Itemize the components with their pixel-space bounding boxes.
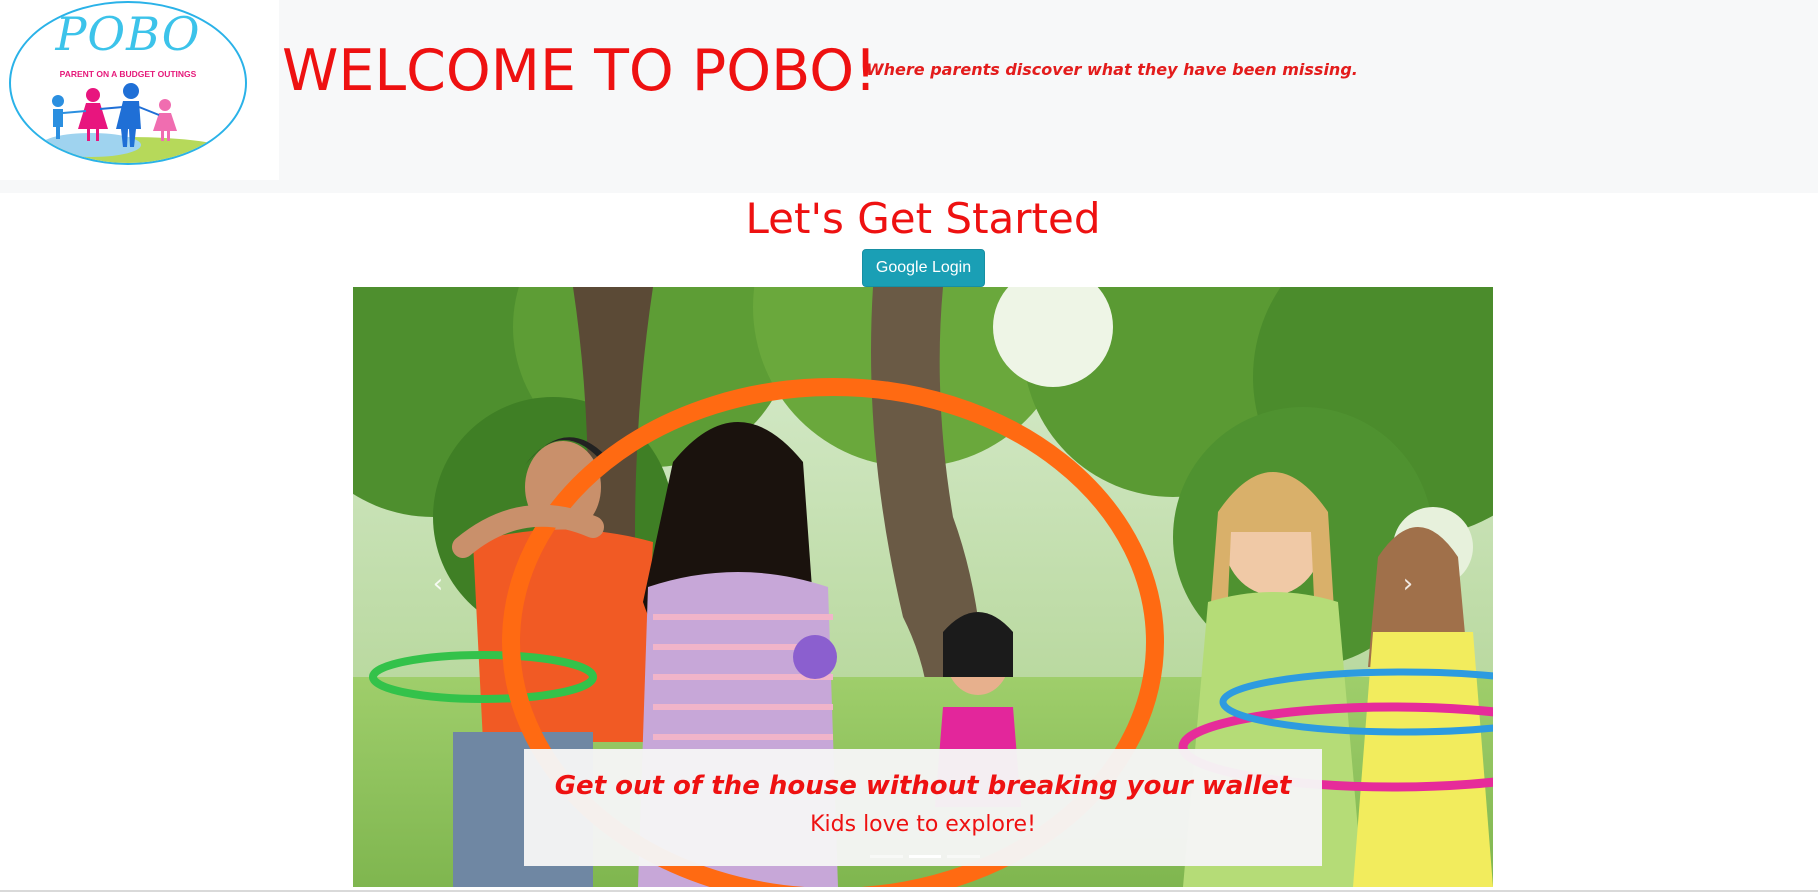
tagline: Where parents discover what they have be…: [866, 60, 1358, 79]
logo-subtitle: PARENT ON A BUDGET OUTINGS: [59, 69, 197, 79]
chevron-left-icon: ‹: [432, 569, 444, 599]
logo-title: POBO: [55, 7, 201, 61]
carousel-indicators: [870, 855, 981, 859]
site-header: POBO PARENT ON A BUDGET OUTINGS WELCOME …: [0, 0, 1818, 193]
carousel-prev-button[interactable]: ‹: [423, 569, 453, 599]
page-title: Let's Get Started: [745, 194, 1101, 243]
family-figures-icon: [31, 83, 227, 163]
caption-title: Get out of the house without breaking yo…: [554, 771, 1292, 801]
welcome-heading: WELCOME TO POBO!: [282, 38, 877, 104]
logo-badge: POBO PARENT ON A BUDGET OUTINGS: [9, 1, 247, 165]
carousel-next-button[interactable]: ›: [1393, 569, 1423, 599]
carousel-caption: Get out of the house without breaking yo…: [524, 749, 1322, 866]
carousel-indicator-1[interactable]: [870, 855, 903, 858]
carousel-indicator-3[interactable]: [947, 855, 981, 858]
image-carousel[interactable]: ‹ › Get out of the house without breakin…: [353, 287, 1493, 887]
chevron-right-icon: ›: [1402, 569, 1414, 599]
logo[interactable]: POBO PARENT ON A BUDGET OUTINGS: [0, 0, 279, 180]
google-login-button[interactable]: Google Login: [862, 249, 985, 287]
carousel-indicator-2[interactable]: [908, 855, 942, 858]
caption-subtitle: Kids love to explore!: [810, 812, 1036, 837]
